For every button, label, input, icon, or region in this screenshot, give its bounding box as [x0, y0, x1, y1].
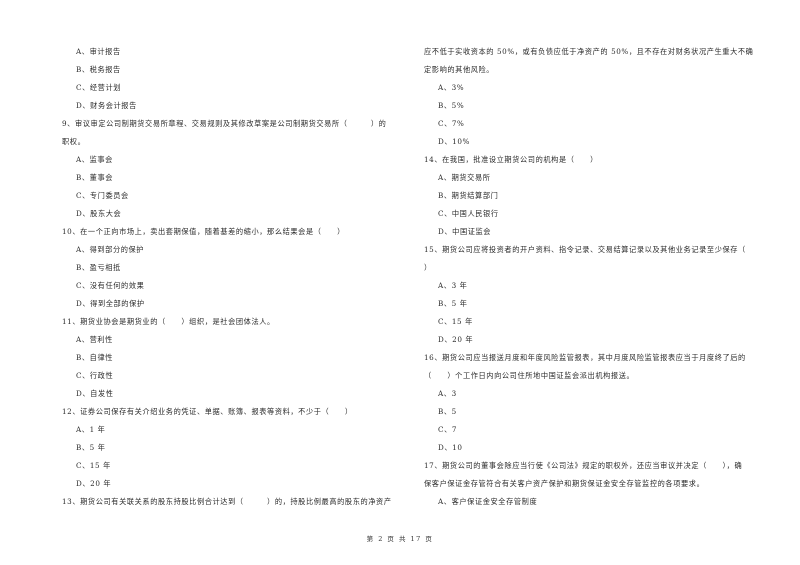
question-text: 16、期货公司应当报送月度和年度风险监管报表，其中月度风险监管报表应当于月度终了… — [424, 353, 746, 362]
question-text: ） — [424, 263, 432, 272]
answer-option: B、期货结算部门 — [438, 191, 499, 200]
answer-option: C、没有任何的效果 — [76, 281, 145, 290]
answer-option: C、15 年 — [76, 461, 111, 470]
answer-option: B、5% — [438, 101, 465, 110]
answer-option: D、自发性 — [76, 389, 114, 398]
question-text: 15、期货公司应将投资者的开户资料、指令记录、交易结算记录以及其他业务记录至少保… — [424, 245, 746, 254]
right-column: 应不低于实收资本的 50%，或有负债应低于净资产的 50%，且不存在对财务状况产… — [424, 43, 774, 511]
answer-option: A、3 — [438, 389, 457, 398]
answer-option: B、5 — [438, 407, 457, 416]
answer-option: A、3 年 — [438, 281, 468, 290]
answer-option: B、5 年 — [76, 443, 106, 452]
answer-option: A、客户保证金安全存管制度 — [438, 497, 538, 506]
answer-option: D、10% — [438, 137, 470, 146]
answer-option: A、1 年 — [76, 425, 106, 434]
answer-option: B、5 年 — [438, 299, 468, 308]
answer-option: C、行政性 — [76, 371, 114, 380]
answer-option: C、经营计划 — [76, 83, 122, 92]
answer-option: D、10 — [438, 443, 463, 452]
answer-option: B、盈亏相抵 — [76, 263, 121, 272]
answer-option: B、税务报告 — [76, 65, 121, 74]
answer-option: B、自律性 — [76, 353, 114, 362]
answer-option: A、监事会 — [76, 155, 113, 164]
answer-option: D、财务会计报告 — [76, 101, 137, 110]
question-text: 职权。 — [62, 137, 86, 146]
question-text: 17、期货公司的董事会除应当行使《公司法》规定的职权外，还应当审议并决定（ ），… — [424, 461, 743, 470]
question-text: 13、期货公司有关联关系的股东持股比例合计达到（ ）的，持股比例最高的股东的净资… — [62, 497, 392, 506]
answer-option: A、3% — [438, 83, 465, 92]
answer-option: A、审计报告 — [76, 47, 121, 56]
answer-option: A、得到部分的保护 — [76, 245, 145, 254]
answer-option: C、专门委员会 — [76, 191, 129, 200]
question-text: 11、期货业协会是期货业的（ ）组织，是社会团体法人。 — [62, 317, 275, 326]
answer-option: D、中国证监会 — [438, 227, 492, 236]
answer-option: D、股东大会 — [76, 209, 122, 218]
answer-option: A、营利性 — [76, 335, 113, 344]
answer-option: C、7% — [438, 119, 465, 128]
question-text: 14、在我国，批准设立期货公司的机构是（ ） — [424, 155, 598, 164]
answer-option: B、董事会 — [76, 173, 114, 182]
answer-option: A、期货交易所 — [438, 173, 491, 182]
question-text: 9、审议审定公司制期货交易所章程、交易规则及其修改草案是公司制期货交易所（ ）的 — [62, 119, 387, 128]
answer-option: C、15 年 — [438, 317, 473, 326]
answer-option: D、20 年 — [76, 479, 112, 488]
question-text: （ ）个工作日内向公司住所地中国证监会派出机构报送。 — [424, 371, 635, 380]
page-footer: 第 2 页 共 17 页 — [366, 535, 434, 543]
question-text: 保客户保证金存管符合有关客户资产保护和期货保证金安全存管监控的各项要求。 — [424, 479, 705, 488]
question-text: 12、证券公司保存有关介绍业务的凭证、单据、账簿、报表等资料，不少于（ ） — [62, 407, 353, 416]
answer-option: C、中国人民银行 — [438, 209, 499, 218]
question-text: 定影响的其他风险。 — [424, 65, 495, 74]
answer-option: C、7 — [438, 425, 458, 434]
answer-option: D、20 年 — [438, 335, 474, 344]
left-column: A、审计报告 B、税务报告 C、经营计划 D、财务会计报告 9、审议审定公司制期货交易所… — [62, 43, 412, 511]
question-text: 应不低于实收资本的 50%，或有负债应低于净资产的 50%，且不存在对财务状况产… — [424, 47, 754, 56]
answer-option: D、得到全部的保护 — [76, 299, 145, 308]
question-text: 10、在一个正向市场上，卖出套期保值，随着基差的缩小，那么结果会是（ ） — [62, 227, 345, 236]
document-page: A、审计报告 B、税务报告 C、经营计划 D、财务会计报告 9、审议审定公司制期货交易所… — [0, 0, 800, 565]
